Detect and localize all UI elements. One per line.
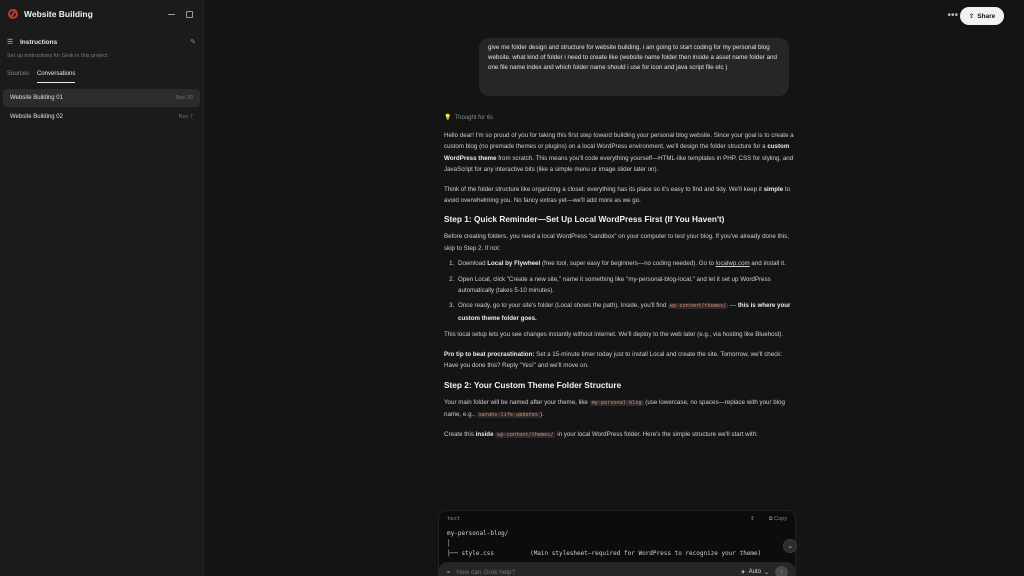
mode-label: Auto bbox=[748, 569, 761, 575]
text: — bbox=[728, 302, 737, 310]
sidebar-toggle-icon[interactable] bbox=[183, 8, 195, 20]
paragraph: Hello dear! I'm so proud of you for taki… bbox=[444, 130, 794, 176]
code-line: my-personal-blog/ bbox=[447, 530, 509, 537]
tab-sources[interactable]: Sources bbox=[7, 71, 29, 83]
copy-label: Copy bbox=[774, 515, 787, 522]
code-line: │ bbox=[447, 540, 451, 547]
sidebar-header: Website Building bbox=[0, 0, 203, 28]
paperclip-icon[interactable]: ⌁ bbox=[446, 568, 450, 576]
top-bar: ••• ⇪ Share bbox=[205, 0, 1024, 32]
text: Your main folder will be named after you… bbox=[444, 398, 590, 406]
conversation-item[interactable]: Website Building 01 Nov 30 bbox=[3, 89, 200, 107]
heading-step-1: Step 1: Quick Reminder—Set Up Local Word… bbox=[444, 214, 725, 225]
share-button[interactable]: ⇪ Share bbox=[960, 7, 1004, 25]
conversation-title: Website Building 02 bbox=[10, 114, 63, 120]
conversation-date: Nov 30 bbox=[175, 95, 193, 101]
sliders-icon: ☰ bbox=[7, 39, 14, 46]
text: Download bbox=[458, 260, 488, 268]
inline-code: sarahs-life-updates bbox=[476, 411, 541, 418]
sidebar: Website Building ☰ Instructions ✎ Set up… bbox=[0, 0, 204, 576]
lightbulb-icon: 💡 bbox=[444, 115, 452, 121]
text: and install it. bbox=[749, 260, 786, 268]
code-content: my-personal-blog/ │ ├── style.css (Main st… bbox=[439, 527, 795, 561]
grok-logo-icon[interactable] bbox=[8, 9, 18, 19]
text: ). bbox=[540, 410, 544, 418]
conversation-date: Nov 7 bbox=[178, 114, 193, 120]
mode-selector[interactable]: ✈ Auto ⌄ bbox=[741, 569, 769, 576]
bold-text: simple bbox=[763, 185, 784, 193]
copy-icon: ⧉ bbox=[768, 515, 773, 522]
paragraph: Before creating folders, you need a loca… bbox=[444, 233, 789, 252]
bold-text: Local by Flywheel bbox=[487, 260, 541, 268]
localwp-link[interactable]: localwp.com bbox=[716, 260, 750, 267]
inline-code: wp-content/themes/ bbox=[495, 432, 556, 439]
sidebar-tabs: Sources Conversations bbox=[0, 71, 203, 83]
send-button[interactable]: ↑ bbox=[775, 565, 788, 576]
share-label: Share bbox=[977, 12, 996, 20]
text: in your local WordPress folder. Here's t… bbox=[555, 431, 758, 439]
inline-code: wp-content/themes/ bbox=[667, 303, 729, 310]
list-item: Download Local by Flywheel (free tool, s… bbox=[456, 258, 794, 269]
steps-list: Download Local by Flywheel (free tool, s… bbox=[444, 258, 794, 324]
list-item: Once ready, go to your site's folder (Lo… bbox=[456, 300, 794, 324]
share-icon: ⇪ bbox=[968, 13, 975, 20]
code-block-header: text ⇕ ⧉ Copy bbox=[439, 511, 795, 527]
bold-text: inside bbox=[475, 431, 494, 439]
chevron-down-icon: ⌄ bbox=[763, 569, 769, 576]
assistant-response: Hello dear! I'm so proud of you for taki… bbox=[444, 130, 794, 444]
conversation-list: Website Building 01 Nov 30 Website Build… bbox=[0, 89, 203, 126]
copy-button[interactable]: ⧉ Copy bbox=[769, 516, 787, 523]
text: Create this bbox=[444, 431, 476, 439]
more-options-icon[interactable]: ••• bbox=[947, 10, 958, 21]
text: Think of the folder structure like organ… bbox=[444, 185, 764, 193]
heading-step-2: Step 2: Your Custom Theme Folder Structu… bbox=[444, 379, 622, 390]
chat-input[interactable] bbox=[456, 568, 735, 576]
text: from scratch. This means you'll code eve… bbox=[444, 154, 794, 174]
composer: ⌁ ✈ Auto ⌄ ↑ bbox=[438, 562, 796, 576]
instructions-row[interactable]: ☰ Instructions ✎ bbox=[7, 36, 196, 48]
text: Once ready, go to your site's folder (Lo… bbox=[458, 302, 668, 310]
paragraph: Pro tip to beat procrastination: Set a 1… bbox=[444, 349, 794, 372]
user-message: give me folder design and structure for … bbox=[479, 38, 789, 96]
code-line: ├── style.css (Main stylesheet—required … bbox=[447, 550, 762, 557]
inline-code: my-personal-blog bbox=[589, 399, 644, 406]
tab-conversations[interactable]: Conversations bbox=[37, 71, 76, 83]
instructions-section: ☰ Instructions ✎ Set up instructions for… bbox=[0, 28, 203, 60]
minimize-icon[interactable] bbox=[165, 8, 177, 20]
rocket-icon: ✈ bbox=[740, 569, 746, 576]
pencil-icon[interactable]: ✎ bbox=[190, 38, 196, 46]
thought-indicator[interactable]: 💡 Thought for 6s bbox=[444, 114, 494, 122]
thought-label: Thought for 6s bbox=[454, 114, 494, 121]
code-actions: ⇕ ⧉ Copy bbox=[750, 516, 787, 523]
text: (free tool, super easy for beginners—no … bbox=[540, 260, 716, 268]
bold-text: Pro tip to beat procrastination: bbox=[444, 350, 535, 358]
instructions-subtitle: Set up instructions for Grok in this pro… bbox=[7, 53, 108, 59]
project-title: Website Building bbox=[24, 9, 93, 19]
collapse-icon[interactable]: ⇕ bbox=[750, 516, 755, 522]
instructions-title: Instructions bbox=[20, 38, 58, 46]
list-item: Open Local, click "Create a new site," n… bbox=[456, 274, 794, 297]
paragraph: Your main folder will be named after you… bbox=[444, 397, 794, 422]
paragraph: Think of the folder structure like organ… bbox=[444, 184, 794, 207]
code-language: text bbox=[447, 516, 461, 522]
conversation-title: Website Building 01 bbox=[10, 95, 63, 101]
paragraph: Create this inside wp-content/themes/ in… bbox=[444, 429, 794, 441]
conversation-item[interactable]: Website Building 02 Nov 7 bbox=[3, 108, 200, 126]
text: Hello dear! I'm so proud of you for taki… bbox=[444, 132, 794, 151]
paragraph: This local setup lets you see changes in… bbox=[444, 331, 784, 339]
scroll-down-icon[interactable]: ⌄ bbox=[783, 539, 797, 553]
